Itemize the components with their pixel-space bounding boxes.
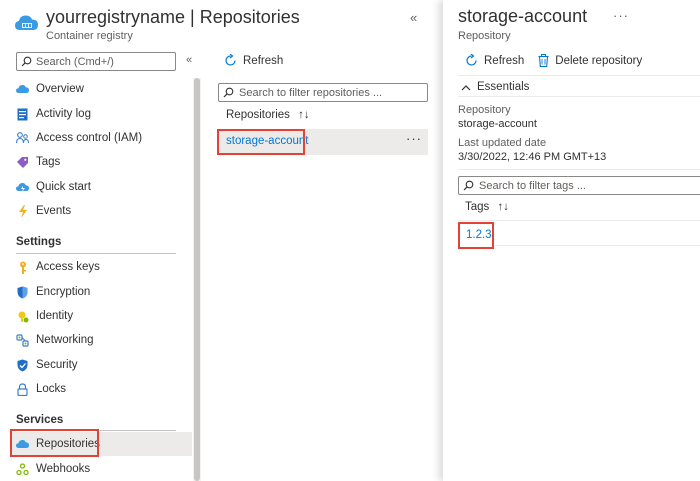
menu-item-label: Quick start [36,181,91,193]
divider [458,169,700,170]
menu-item-quick-start[interactable]: Quick start [10,175,192,199]
repository-field-value: storage-account [458,118,537,130]
repository-filter-input[interactable]: Search to filter repositories ... [218,83,428,102]
highlight-repository-link [217,129,305,155]
menu-item-networking[interactable]: Networking [10,328,192,352]
delete-label: Delete repository [555,54,643,67]
detail-toolbar: Refresh Delete repository [465,54,642,67]
collapse-blade-icon[interactable]: « [410,10,417,25]
updated-field-value: 3/30/2022, 12:46 PM GMT+13 [458,151,607,163]
search-icon [21,56,32,67]
resource-menu: Search (Cmd+/) « Overview Activity log A… [0,52,201,481]
container-registry-cloud-icon [14,12,40,38]
key-icon [16,261,29,274]
detail-subtitle: Repository [458,30,511,42]
menu-item-overview[interactable]: Overview [10,77,192,101]
column-header-label: Repositories [226,109,290,121]
refresh-button[interactable]: Refresh [465,54,524,67]
highlight-repositories-menu [10,429,99,457]
cloud-lightning-icon [16,181,29,194]
people-icon [16,132,29,145]
menu-item-label: Networking [36,334,94,346]
network-icon [16,333,29,347]
shield-icon [16,286,29,299]
refresh-icon [465,54,478,67]
sort-icon[interactable]: ↑↓ [298,109,310,121]
delete-repository-button[interactable]: Delete repository [538,54,642,67]
menu-item-locks[interactable]: Locks [10,377,192,401]
menu-item-identity[interactable]: Identity [10,304,192,328]
divider [458,96,700,97]
chevron-up-icon [461,84,471,91]
filter-placeholder: Search to filter repositories ... [239,86,383,99]
menu-item-encryption[interactable]: Encryption [10,280,192,304]
more-options-icon[interactable]: ··· [613,8,629,23]
menu-item-label: Webhooks [36,463,91,475]
tags-filter-input[interactable]: Search to filter tags ... [458,176,700,195]
blade-header: yourregistryname | Repositories Containe… [14,6,300,42]
page-title: yourregistryname | Repositories [46,7,300,27]
collapse-menu-icon[interactable]: « [186,54,192,66]
detail-title: storage-account [458,6,588,26]
section-divider [16,253,176,254]
repository-detail-pane: storage-account Repository ··· Refresh D… [443,0,700,481]
menu-item-webhooks[interactable]: Webhooks [10,457,192,481]
bolt-icon [16,204,29,218]
menu-item-label: Overview [36,83,84,95]
essentials-label: Essentials [477,81,530,93]
log-icon [16,108,29,121]
scrollbar-thumb[interactable] [194,78,200,481]
menu-item-label: Tags [36,156,61,168]
webhook-icon [16,462,29,476]
lock-icon [16,382,29,396]
menu-item-label: Events [36,205,72,217]
refresh-icon [224,54,237,67]
tags-filter-placeholder: Search to filter tags ... [479,179,586,192]
resource-blade: yourregistryname | Repositories Containe… [0,0,443,481]
identity-icon [16,310,29,323]
security-shield-icon [16,359,29,372]
divider [495,245,700,246]
divider [458,75,700,76]
more-options-icon[interactable]: ··· [406,131,422,146]
trash-icon [538,54,549,67]
refresh-button[interactable]: Refresh [224,54,283,67]
menu-search-placeholder: Search (Cmd+/) [36,55,114,68]
menu-item-label: Activity log [36,108,91,120]
search-icon [223,87,234,98]
sort-icon[interactable]: ↑↓ [498,201,510,213]
refresh-label: Refresh [243,54,284,67]
repositories-column-header[interactable]: Repositories ↑↓ [226,109,310,121]
menu-item-access-keys[interactable]: Access keys [10,255,192,279]
menu-scrollbar[interactable] [193,78,201,481]
search-icon [463,180,474,191]
essentials-toggle[interactable]: Essentials [461,81,529,93]
tag-icon [16,156,29,169]
menu-item-security[interactable]: Security [10,353,192,377]
tags-column-header[interactable]: Tags ↑↓ [465,201,509,213]
refresh-label: Refresh [484,54,525,67]
menu-item-label: Encryption [36,286,91,298]
divider [458,220,700,221]
menu-item-label: Identity [36,310,74,322]
highlight-tag-link [458,222,494,249]
page-subtitle: Container registry [46,30,133,42]
repository-field-label: Repository [458,104,511,116]
cloud-icon [16,83,29,96]
menu-item-label: Locks [36,383,67,395]
section-settings: Settings [16,236,62,248]
menu-item-events[interactable]: Events [10,199,192,223]
menu-item-activity-log[interactable]: Activity log [10,102,192,126]
menu-item-tags[interactable]: Tags [10,150,192,174]
column-header-label: Tags [465,201,490,213]
menu-search-input[interactable]: Search (Cmd+/) [16,52,176,71]
menu-item-label: Access control (IAM) [36,132,143,144]
menu-item-access-control[interactable]: Access control (IAM) [10,126,192,150]
section-services: Services [16,414,64,426]
updated-field-label: Last updated date [458,137,547,149]
menu-item-label: Security [36,359,78,371]
menu-item-label: Access keys [36,261,100,273]
